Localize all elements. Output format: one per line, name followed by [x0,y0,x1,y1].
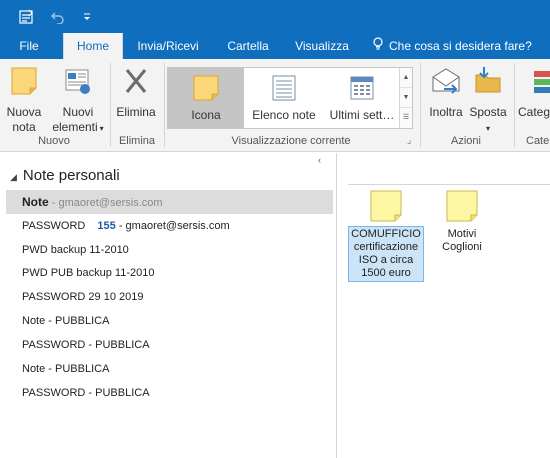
forward-button[interactable]: Inoltra [424,65,468,120]
tell-me-search[interactable]: Che cosa si desidera fare? [372,33,550,59]
folder-pane: ‹ ◢ Note personali Note - gmaoret@sersis.… [0,153,337,458]
send-receive-all-icon[interactable] [16,0,36,33]
sticky-note-icon [4,65,44,101]
gallery-scroll[interactable]: ▲ ▼ ☰ [399,68,412,128]
sticky-note-icon [370,190,402,222]
folder-name: PASSWORD 29 10 2019 [22,291,144,303]
note-list-icon [270,74,298,105]
folder-item[interactable]: PWD backup 11-2010 [6,238,333,262]
tab-cartella[interactable]: Cartella [221,33,275,59]
view-note-list-option[interactable]: Elenco note [246,68,322,128]
tab-visualizza[interactable]: Visualizza [290,33,354,59]
folder-account: - gmaoret@sersis.com [48,197,163,209]
group-label-categorie: Cate [526,135,550,147]
notes-view: COMUFFICIO certificazione ISO a circa 15… [338,153,550,458]
folder-item[interactable]: Note - gmaoret@sersis.com [6,190,333,214]
collapse-triangle-icon: ◢ [10,172,17,182]
move-button[interactable]: Sposta ▾ [468,65,508,136]
ribbon-tabs: File Home Invia/Ricevi Cartella Visualiz… [0,33,550,59]
unread-count: 155 [97,220,116,232]
customize-qat-icon[interactable] [80,0,94,33]
tab-invia-ricevi[interactable]: Invia/Ricevi [131,33,205,59]
group-label-nuovo: Nuovo [38,135,70,147]
gallery-more-icon[interactable]: ☰ [400,108,412,128]
delete-label: Elimina [116,105,156,119]
new-items-label-2: elementi [52,120,98,134]
folder-group-header[interactable]: ◢ Note personali [10,167,120,184]
tab-home[interactable]: Home [63,33,123,59]
new-items-label-1: Nuovi [62,105,94,119]
view-icon-option[interactable]: Icona [168,68,244,128]
folder-item[interactable]: PASSWORD - PUBBLICA [6,381,333,405]
folder-item[interactable]: Note - PUBBLICA [6,357,333,381]
note-title-line: Coglioni [442,241,482,253]
folder-name: Note - PUBBLICA [22,363,110,375]
note-title-line: ISO a circa [358,254,414,266]
group-label-azioni: Azioni [451,135,481,147]
folder-name: PWD PUB backup 11-2010 [22,267,155,279]
folder-item[interactable]: PASSWORD 155 - gmaoret@sersis.com [6,214,333,238]
new-note-label-1: Nuova [6,105,42,119]
categorize-button[interactable]: Categ [518,65,550,120]
dropdown-arrow-icon: ▾ [485,124,490,133]
view-icon-label: Icona [191,108,221,122]
tab-file[interactable]: File [8,33,50,59]
dialog-launcher-icon[interactable]: ⌟ [407,135,411,146]
folder-name: PWD backup 11-2010 [22,244,129,256]
title-bar [0,0,550,33]
undo-icon[interactable] [48,0,68,33]
folder-name: PASSWORD - PUBBLICA [22,339,150,351]
dropdown-arrow-icon: ▾ [99,124,104,133]
forward-label: Inoltra [429,105,463,119]
folder-account: - gmaoret@sersis.com [115,220,230,232]
view-divider [348,184,550,185]
lightbulb-icon [372,34,384,60]
tell-me-label: Che cosa si desidera fare? [389,39,532,53]
calendar-list-icon [348,74,376,105]
folder-name: PASSWORD - PUBBLICA [22,387,150,399]
note-title-line: COMUFFICIO [351,228,421,240]
sticky-note-icon [446,190,478,222]
new-items-icon [50,65,106,101]
folder-item[interactable]: PASSWORD 29 10 2019 [6,285,333,309]
new-note-label-2: nota [12,120,36,134]
gallery-down-icon[interactable]: ▼ [400,88,412,108]
folder-name: Note [22,195,49,209]
folder-item[interactable]: PASSWORD - PUBBLICA [6,333,333,357]
view-last-7-days-option[interactable]: Ultimi sett… [324,68,400,128]
folder-name: PASSWORD [22,220,86,232]
note-title-line: certificazione [353,241,419,253]
group-label-elimina: Elimina [118,135,156,147]
note-title-line: Motivi [447,228,477,240]
collapse-pane-icon[interactable]: ‹ [318,155,321,165]
ribbon-separator [514,63,515,147]
folder-group-title: Note personali [22,167,120,184]
ribbon: Nuova nota Nuovi elementi ▾ Nuovo Elimina… [0,59,550,152]
new-note-button[interactable]: Nuova nota [4,65,44,135]
icon-view-icon [192,74,220,105]
note-item[interactable]: COMUFFICIO certificazione ISO a circa 15… [348,190,424,282]
delete-x-icon [114,65,158,101]
folder-item[interactable]: PWD PUB backup 11-2010 [6,261,333,285]
view-note-list-label: Elenco note [252,108,316,122]
categorize-icon [530,65,550,101]
note-title: COMUFFICIO certificazione ISO a circa 15… [348,226,424,282]
note-item[interactable]: Motivi Coglioni [430,190,494,254]
view-last-7-days-label: Ultimi sett… [329,108,395,122]
note-title-line: 1500 euro [361,267,411,279]
note-title: Motivi Coglioni [430,226,494,254]
folder-item[interactable]: Note - PUBBLICA [6,309,333,333]
move-folder-icon [468,65,508,101]
gallery-up-icon[interactable]: ▲ [400,68,412,88]
forward-mail-icon [424,65,468,101]
delete-button[interactable]: Elimina [114,65,158,120]
group-label-visualizzazione: Visualizzazione corrente [231,135,351,147]
categorize-label: Categ [518,105,550,119]
view-gallery: Icona Elenco note Ultimi sett… ▲ ▼ ☰ [167,67,413,129]
move-label: Sposta [469,105,507,119]
new-items-button[interactable]: Nuovi elementi ▾ [50,65,106,136]
folder-name: Note - PUBBLICA [22,315,110,327]
